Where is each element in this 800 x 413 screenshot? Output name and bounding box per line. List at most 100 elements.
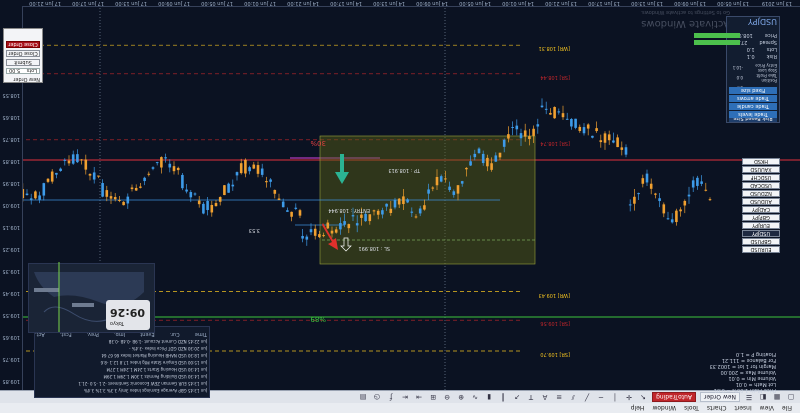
symbol-button-nzdusd[interactable]: NZDUSD (742, 190, 780, 197)
candle-body (418, 208, 422, 214)
templates-icon[interactable]: ▤ (358, 392, 368, 402)
symbol-button-gbpusd[interactable]: GBPUSD (742, 238, 780, 245)
navigator-icon[interactable]: ☰ (744, 392, 754, 402)
candle-body (256, 165, 260, 174)
chart-shift-icon[interactable]: ⇤ (400, 392, 410, 402)
price-tick: 108.55 (2, 92, 21, 98)
news-item[interactable]: Jun 18:30 USD NAHB Housing Market Index … (35, 352, 207, 358)
symbol-button-hksd[interactable]: HKSD (742, 158, 780, 165)
line-chart-icon[interactable]: ∿ (470, 392, 480, 402)
take-profit-label: TP : 108.913 (388, 167, 420, 173)
price-tick: 109.65 (2, 334, 21, 340)
info-line: Price Math 1.00% = 0.01 (713, 387, 776, 393)
trade-option-button[interactable]: Trade arrows (729, 95, 777, 102)
symbol-button-cadjpy[interactable]: CADJPY (742, 206, 780, 213)
periods-icon[interactable]: ◷ (372, 392, 382, 402)
candle-body (376, 210, 380, 215)
candle-body (273, 189, 277, 194)
trendline-icon[interactable]: ╱ (582, 392, 592, 402)
submit-button[interactable]: Submit (6, 59, 40, 66)
candle-body (675, 210, 678, 223)
clock-city: Tokyo (110, 320, 124, 326)
menu-tools[interactable]: Tools (684, 405, 699, 412)
candle-body (277, 198, 281, 200)
trade-option-button[interactable]: Fixed size (729, 87, 777, 94)
symbol-button-eurusd[interactable]: EURUSD (742, 246, 780, 253)
label-icon[interactable]: T (526, 392, 536, 402)
tile-icon[interactable]: ⊞ (428, 392, 438, 402)
candle-body (687, 194, 691, 197)
fibonacci-icon[interactable]: ≡ (554, 392, 564, 402)
bar-chart-icon[interactable]: ┃ (498, 392, 508, 402)
candle-body (214, 203, 218, 207)
candle-body (339, 223, 342, 230)
news-item[interactable]: Jun 20:30 NZD GDT Price Index -3.4% - (35, 345, 207, 351)
candles-icon[interactable]: ▮ (484, 392, 494, 402)
symbol-button-xauusd[interactable]: XAUUSD (742, 166, 780, 173)
candle-body (389, 208, 393, 214)
text-icon[interactable]: A (540, 392, 550, 402)
close-order-button[interactable]: Close Order (6, 50, 40, 57)
menu-help[interactable]: Help (631, 405, 645, 412)
candle-body (406, 199, 409, 203)
clock-time: 09:26 (110, 306, 146, 319)
arrow-icon[interactable]: ➚ (512, 392, 522, 402)
close-order-red-button[interactable]: Close Order (6, 41, 40, 48)
channel-icon[interactable]: ⫽ (568, 392, 578, 402)
candle-body (460, 181, 464, 184)
news-item[interactable]: Jun 15:00 USD Empire State Mfg Index 17.… (35, 359, 207, 365)
candle-body (658, 198, 661, 202)
new-order-button[interactable]: New Order (699, 392, 740, 402)
candle-body (38, 195, 41, 200)
candle-body (101, 183, 104, 197)
candle-body (473, 153, 477, 158)
profiles-icon[interactable]: ▦ (772, 392, 782, 402)
candle-body (544, 108, 548, 110)
menu-window[interactable]: Window (652, 405, 676, 412)
menu-file[interactable]: File (782, 405, 792, 412)
symbol-button-gbpjpy[interactable]: GBPJPY (742, 214, 780, 221)
lots-field[interactable]: Lots 5.00 (6, 67, 40, 74)
horizontal-line-icon[interactable]: ─ (596, 392, 606, 402)
symbol-button-usdchf[interactable]: USDCHF (742, 174, 780, 181)
news-item[interactable]: Jun 22:45 NZD Current Account -1.9B -0.4… (35, 338, 207, 344)
market-watch-icon[interactable]: ◧ (758, 392, 768, 402)
indicators-icon[interactable]: ƒ (386, 392, 396, 402)
news-item[interactable]: Jun 13:45 EUR German ZEW Economic Sentim… (35, 380, 207, 386)
trade-option-button[interactable]: Trade levels (729, 111, 777, 118)
cursor-icon[interactable]: ↖ (638, 392, 648, 402)
candle-body (343, 221, 346, 225)
vertical-line-icon[interactable]: │ (610, 392, 620, 402)
candle-body (67, 160, 71, 164)
menu-insert[interactable]: Insert (734, 405, 751, 412)
trade-option-button[interactable]: Trade candle (729, 103, 777, 110)
info-line: Margin for 1 lot = 1002.33 (709, 363, 776, 369)
autoscroll-icon[interactable]: ⇥ (414, 392, 424, 402)
crosshair-icon[interactable]: ✛ (624, 392, 634, 402)
activate-windows-watermark: Activate Windows (641, 18, 730, 29)
candle-body (42, 183, 46, 196)
news-item[interactable]: Jun 13:45 GBP Average Earnings Index 3m/… (35, 387, 207, 393)
symbol-button-usdjpy[interactable]: USDJPY (742, 230, 780, 237)
news-item[interactable]: Jun 14:30 USD Building Permits 1.30M 1.2… (35, 373, 208, 379)
zoom-out-icon[interactable]: ⊖ (442, 392, 452, 402)
candle-body (381, 210, 384, 215)
auto-trading-button[interactable]: AutoTrading (652, 392, 696, 402)
trade-row-value: 0.1 (746, 53, 755, 59)
symbol-button-usdcad[interactable]: USDCAD (742, 182, 780, 189)
candle-body (603, 133, 607, 143)
candle-body (641, 178, 645, 184)
news-item[interactable]: Jun 14:30 USD Housing Starts 1.24M 1.24M… (35, 366, 207, 372)
symbol-button-eurjpy[interactable]: EURJPY (742, 222, 780, 229)
candle-body (347, 224, 351, 229)
candle-body (578, 126, 582, 132)
menu-view[interactable]: View (760, 405, 774, 412)
menu-charts[interactable]: Charts (707, 405, 727, 412)
new-chart-icon[interactable]: ▢ (786, 392, 796, 402)
zoom-in-icon[interactable]: ⊕ (456, 392, 466, 402)
candle-body (309, 229, 313, 233)
symbol-button-audusd[interactable]: AUDUSD (742, 198, 780, 205)
candle-body (88, 173, 92, 176)
candle-body (666, 218, 670, 220)
candle-body (130, 187, 134, 190)
